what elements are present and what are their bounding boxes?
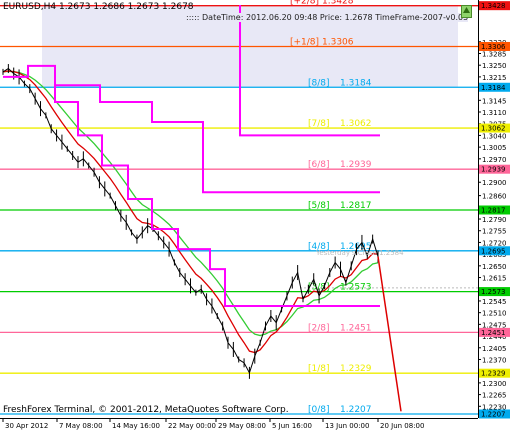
price-tick-label: 1.3005 bbox=[482, 144, 507, 152]
time-tick-label: 29 May 08:00 bbox=[218, 422, 266, 430]
price-tick-label: 1.2650 bbox=[482, 263, 507, 271]
time-tick-label: 5 Jun 16:00 bbox=[272, 422, 312, 430]
time-tick-label: 22 May 00:00 bbox=[168, 422, 216, 430]
price-tick-label: 1.2615 bbox=[482, 275, 507, 283]
price-tick-label: 1.2790 bbox=[482, 216, 507, 224]
level-value: 1.2451 bbox=[340, 323, 372, 333]
level-code: [+2/8] bbox=[290, 0, 319, 7]
level-axis-label: 1.3306 bbox=[481, 43, 506, 51]
up-arrow-icon[interactable] bbox=[461, 5, 472, 18]
price-tick-label: 1.2900 bbox=[482, 179, 507, 187]
info-line: ::::: DateTime: 2012.06.20 09:48 Price: … bbox=[186, 13, 469, 22]
time-tick-label: 14 May 16:00 bbox=[112, 422, 160, 430]
level-axis-label: 1.3062 bbox=[481, 125, 506, 133]
level-value: 1.3428 bbox=[322, 0, 354, 7]
level-axis-label: 1.3184 bbox=[481, 84, 506, 92]
time-tick-label: 30 Apr 2012 bbox=[5, 422, 48, 430]
level-axis-label: 1.2573 bbox=[481, 288, 506, 296]
time-tick-label: 13 Jun 00:00 bbox=[325, 422, 369, 430]
level-code: [+1/8] bbox=[290, 37, 319, 47]
level-value: 1.2207 bbox=[340, 405, 372, 415]
price-tick-label: 1.2860 bbox=[482, 193, 507, 201]
price-tick-label: 1.3285 bbox=[482, 50, 507, 58]
chart-canvas[interactable]: 1.33201.32851.32501.32151.31801.31451.31… bbox=[0, 0, 513, 433]
level-axis-label: 1.2451 bbox=[481, 329, 506, 337]
price-tick-label: 1.2970 bbox=[482, 156, 507, 164]
level-axis-label: 1.2207 bbox=[481, 410, 506, 418]
level-code: [5/8] bbox=[308, 201, 330, 211]
level-value: 1.3184 bbox=[340, 78, 372, 88]
price-tick-label: 1.3040 bbox=[482, 132, 507, 140]
price-tick-label: 1.2755 bbox=[482, 228, 507, 236]
price-tick-label: 1.2370 bbox=[482, 356, 507, 364]
time-tick-label: 7 May 08:00 bbox=[59, 422, 103, 430]
level-value: 1.2939 bbox=[340, 160, 372, 170]
level-axis-label: 1.2939 bbox=[481, 166, 506, 174]
level-code: [8/8] bbox=[308, 78, 330, 88]
level-code: [0/8] bbox=[308, 405, 330, 415]
level-code: [6/8] bbox=[308, 160, 330, 170]
price-tick-label: 1.2545 bbox=[482, 298, 507, 306]
price-tick-label: 1.3145 bbox=[482, 97, 507, 105]
level-value: 1.3062 bbox=[340, 119, 372, 129]
level-code: [7/8] bbox=[308, 119, 330, 129]
level-value: 1.3306 bbox=[322, 37, 354, 47]
level-code: [1/8] bbox=[308, 364, 330, 374]
symbol-title: EURUSD,H4 1.2673 1.2686 1.2673 1.2678 bbox=[3, 2, 194, 12]
level-value: 1.2817 bbox=[340, 201, 372, 211]
yesterday-close-label: Yesterday's Close 1.2584 bbox=[316, 249, 404, 257]
chart-window[interactable]: 1.33201.32851.32501.32151.31801.31451.31… bbox=[0, 0, 513, 433]
price-tick-label: 1.2265 bbox=[482, 392, 507, 400]
level-axis-label: 1.2817 bbox=[481, 206, 506, 214]
price-tick-label: 1.2720 bbox=[482, 239, 507, 247]
price-tick-label: 1.3250 bbox=[482, 62, 507, 70]
time-tick-label: 20 Jun 08:00 bbox=[380, 422, 424, 430]
level-axis-label: 1.2329 bbox=[481, 370, 506, 378]
level-code: [2/8] bbox=[308, 323, 330, 333]
price-tick-label: 1.3110 bbox=[482, 109, 507, 117]
level-value: 1.2329 bbox=[340, 364, 372, 374]
price-tick-label: 1.2510 bbox=[482, 310, 507, 318]
level-axis-label: 1.3428 bbox=[481, 2, 506, 10]
price-tick-label: 1.2300 bbox=[482, 380, 507, 388]
price-tick-label: 1.3215 bbox=[482, 74, 507, 82]
copyright-text: FreshForex Terminal, © 2001-2012, MetaQu… bbox=[3, 405, 289, 415]
level-axis-label: 1.2695 bbox=[481, 247, 506, 255]
price-tick-label: 1.2405 bbox=[482, 345, 507, 353]
